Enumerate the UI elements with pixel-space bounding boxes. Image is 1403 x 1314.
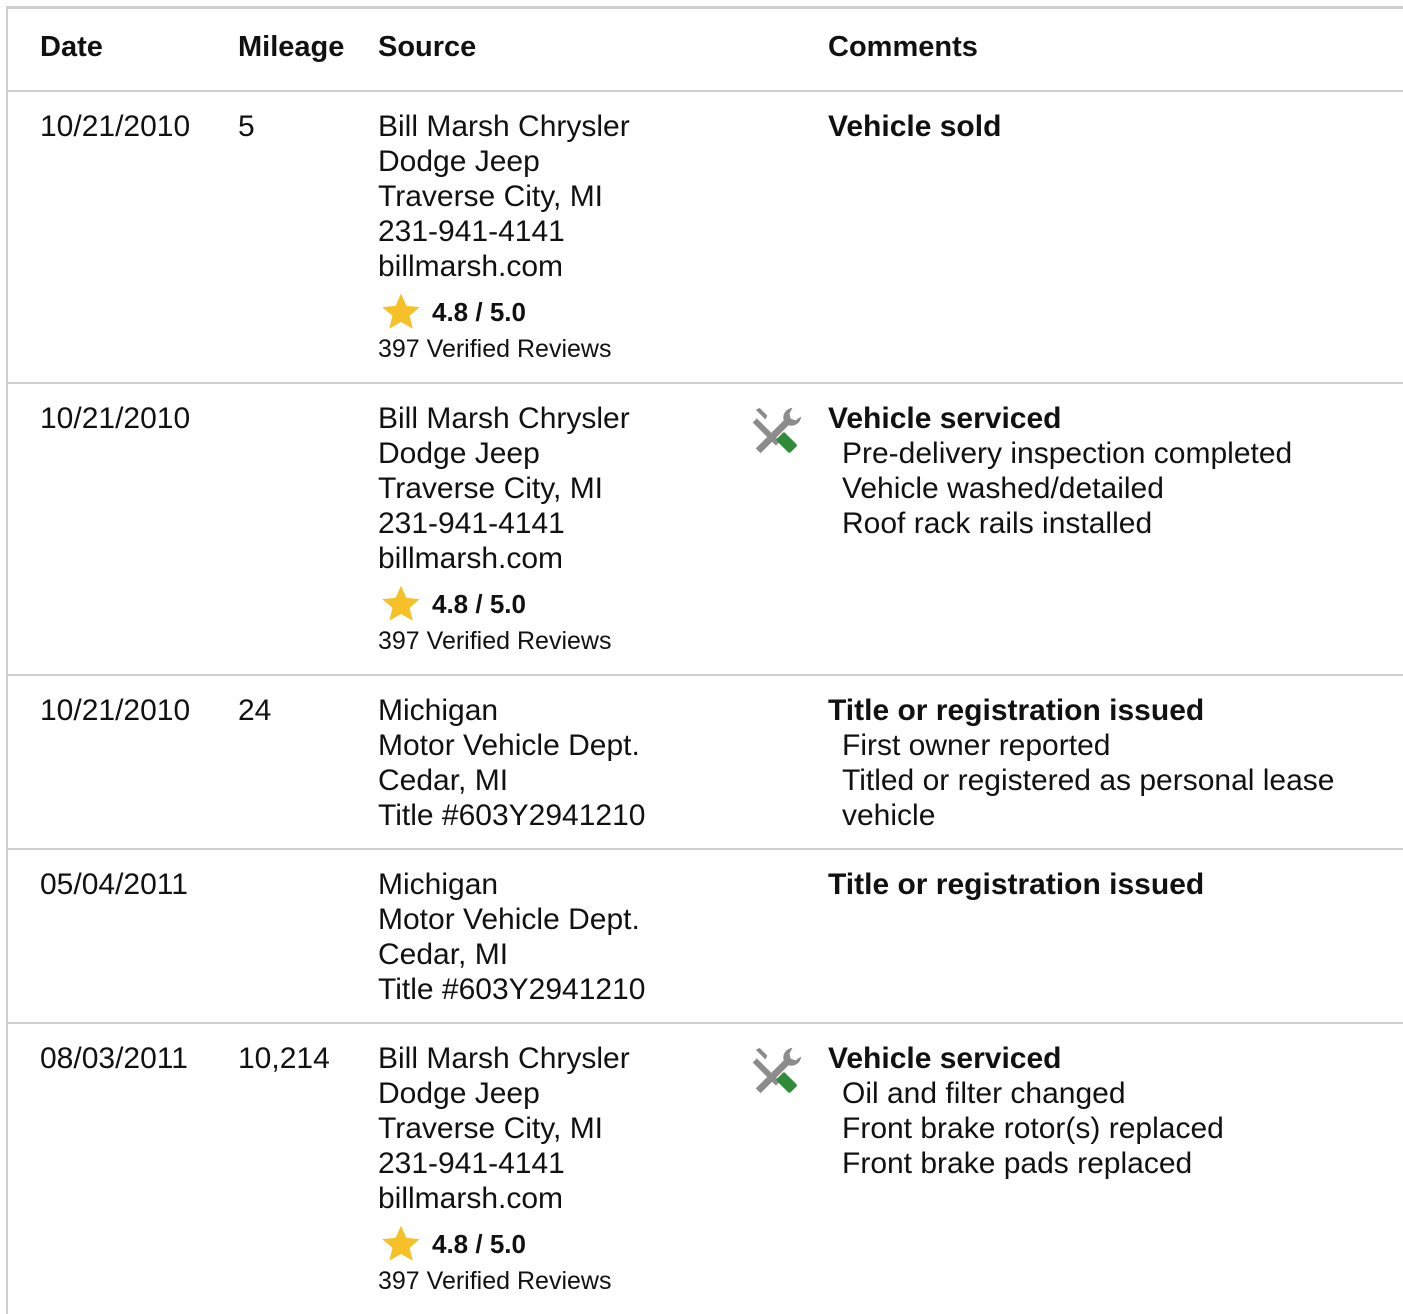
row-comments: Vehicle serviced Pre-delivery inspection …	[828, 401, 1292, 541]
dealer-rating: 4.8 / 5.0	[378, 292, 630, 332]
comment-detail: vehicle	[842, 799, 936, 832]
source-line: Bill Marsh Chrysler	[378, 110, 630, 143]
comment-detail: First owner reported	[842, 729, 1111, 762]
verified-reviews-link[interactable]: 397 Verified Reviews	[378, 334, 630, 364]
row-date: 10/21/2010	[40, 402, 191, 435]
star-icon	[382, 585, 420, 621]
source-line: Dodge Jeep	[378, 1077, 540, 1110]
source-line: Title #603Y2941210	[378, 799, 646, 832]
verified-reviews-link[interactable]: 397 Verified Reviews	[378, 1266, 630, 1296]
comment-detail: Titled or registered as personal lease	[842, 764, 1335, 797]
row-source: Bill Marsh Chrysler Dodge Jeep Traverse Ci…	[378, 109, 630, 364]
vehicle-history-table: Date Mileage Source Comments 10/21/2010 5…	[6, 6, 1403, 1314]
row-date: 10/21/2010	[40, 110, 191, 143]
row-mileage: 5	[238, 110, 255, 143]
service-icon-cell	[748, 1044, 806, 1108]
row-comments: Vehicle sold	[828, 109, 1001, 144]
comment-detail: Pre-delivery inspection completed	[842, 437, 1293, 470]
header-mileage: Mileage	[238, 31, 345, 63]
row-mileage: 10,214	[238, 1042, 330, 1075]
source-line: Dodge Jeep	[378, 145, 540, 178]
source-line: Bill Marsh Chrysler	[378, 1042, 630, 1075]
row-source: Bill Marsh Chrysler Dodge Jeep Traverse Ci…	[378, 401, 630, 656]
table-row: 08/03/2011 10,214 Bill Marsh Chrysler Dodge…	[8, 1024, 1403, 1314]
source-line: 231-941-4141	[378, 1147, 565, 1180]
dealer-rating: 4.8 / 5.0	[378, 1224, 630, 1264]
source-line: Cedar, MI	[378, 938, 509, 971]
table-header: Date Mileage Source Comments	[8, 9, 1403, 92]
row-comments: Title or registration issued First owner …	[828, 693, 1334, 833]
comment-title: Vehicle serviced	[828, 402, 1062, 435]
row-comments: Title or registration issued	[828, 867, 1204, 902]
row-date: 05/04/2011	[40, 868, 188, 901]
row-date: 08/03/2011	[40, 1042, 188, 1075]
comment-title: Title or registration issued	[828, 868, 1205, 901]
header-source: Source	[378, 31, 477, 63]
comment-detail: Front brake rotor(s) replaced	[842, 1112, 1224, 1145]
comment-title: Vehicle serviced	[828, 1042, 1062, 1075]
row-source: Michigan Motor Vehicle Dept. Cedar, MI Titl…	[378, 693, 645, 833]
row-source: Michigan Motor Vehicle Dept. Cedar, MI Titl…	[378, 867, 645, 1007]
table-row: 10/21/2010 Bill Marsh Chrysler Dodge Jeep T…	[8, 384, 1403, 676]
comment-detail: Front brake pads replaced	[842, 1147, 1193, 1180]
source-line: Cedar, MI	[378, 764, 509, 797]
comment-detail: Vehicle washed/detailed	[842, 472, 1164, 505]
table-row: 10/21/2010 5 Bill Marsh Chrysler Dodge Jeep…	[8, 92, 1403, 384]
row-comments: Vehicle serviced Oil and filter changed Fr…	[828, 1041, 1224, 1181]
wrench-screwdriver-icon	[752, 407, 802, 454]
table-row: 05/04/2011 Michigan Motor Vehicle Dept. Ced…	[8, 850, 1403, 1024]
rating-value: 4.8 / 5.0	[432, 1229, 526, 1259]
source-line: 231-941-4141	[378, 507, 565, 540]
comment-detail: Oil and filter changed	[842, 1077, 1126, 1110]
star-icon	[382, 1225, 420, 1261]
rating-value: 4.8 / 5.0	[432, 297, 526, 327]
row-date: 10/21/2010	[40, 694, 191, 727]
source-line: billmarsh.com	[378, 250, 564, 283]
row-mileage: 24	[238, 694, 272, 727]
source-line: billmarsh.com	[378, 1182, 564, 1215]
table-row: 10/21/2010 24 Michigan Motor Vehicle Dept. C…	[8, 676, 1403, 850]
comment-title: Vehicle sold	[828, 110, 1002, 143]
header-comments: Comments	[828, 31, 978, 63]
source-line: Bill Marsh Chrysler	[378, 402, 630, 435]
service-icon-cell	[748, 404, 806, 468]
source-line: Michigan	[378, 694, 499, 727]
header-date: Date	[40, 31, 103, 63]
comment-title: Title or registration issued	[828, 694, 1205, 727]
wrench-screwdriver-icon	[752, 1047, 802, 1094]
source-line: Traverse City, MI	[378, 472, 604, 505]
comment-detail: Roof rack rails installed	[842, 507, 1153, 540]
row-source: Bill Marsh Chrysler Dodge Jeep Traverse Ci…	[378, 1041, 630, 1296]
star-icon	[382, 293, 420, 329]
verified-reviews-link[interactable]: 397 Verified Reviews	[378, 626, 630, 656]
source-line: Dodge Jeep	[378, 437, 540, 470]
source-line: Traverse City, MI	[378, 1112, 604, 1145]
source-line: Traverse City, MI	[378, 180, 604, 213]
source-line: Michigan	[378, 868, 499, 901]
source-line: Motor Vehicle Dept.	[378, 903, 640, 936]
source-line: billmarsh.com	[378, 542, 564, 575]
source-line: Motor Vehicle Dept.	[378, 729, 640, 762]
source-line: 231-941-4141	[378, 215, 565, 248]
rating-value: 4.8 / 5.0	[432, 589, 526, 619]
source-line: Title #603Y2941210	[378, 973, 646, 1006]
dealer-rating: 4.8 / 5.0	[378, 584, 630, 624]
